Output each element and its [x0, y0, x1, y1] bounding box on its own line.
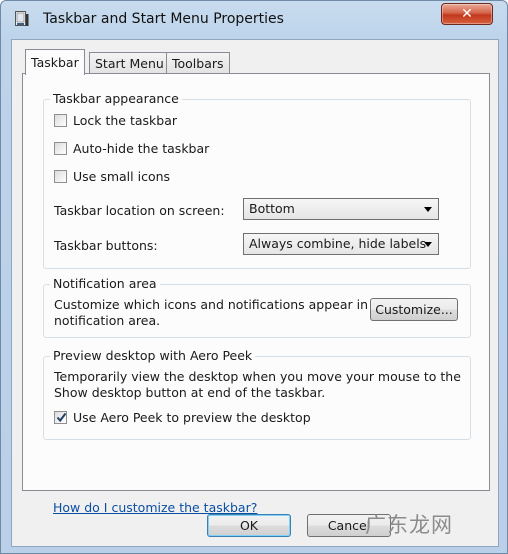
checkbox-label: Use Aero Peek to preview the desktop: [73, 410, 311, 425]
customize-button[interactable]: Customize...: [370, 298, 458, 321]
dropdown-arrow-icon: [424, 207, 432, 212]
taskbar-tab-panel: Taskbar appearance Lock the taskbar Auto…: [22, 73, 490, 515]
notification-area-group: Notification area Customize which icons …: [43, 276, 471, 338]
select-value: Always combine, hide labels: [249, 236, 427, 251]
autohide-taskbar-option[interactable]: Auto-hide the taskbar: [54, 141, 209, 156]
group-legend: Notification area: [50, 276, 160, 291]
tab-label: Taskbar: [31, 55, 79, 70]
taskbar-appearance-group: Taskbar appearance Lock the taskbar Auto…: [43, 91, 471, 269]
notification-description: Customize which icons and notifications …: [54, 297, 393, 329]
group-legend: Taskbar appearance: [50, 91, 182, 106]
taskbar-properties-icon: [15, 11, 29, 26]
aero-peek-description: Temporarily view the desktop when you mo…: [54, 369, 461, 401]
taskbar-location-select[interactable]: Bottom: [243, 198, 439, 220]
group-legend: Preview desktop with Aero Peek: [50, 348, 256, 363]
checkbox-label: Lock the taskbar: [73, 113, 178, 128]
aero-peek-group: Preview desktop with Aero Peek Temporari…: [43, 348, 471, 440]
close-icon: ✕: [461, 6, 473, 22]
watermark-text: 广东龙网: [365, 513, 453, 537]
help-link[interactable]: How do I customize the taskbar?: [53, 500, 257, 515]
tab-taskbar[interactable]: Taskbar: [25, 49, 85, 75]
autohide-taskbar-checkbox[interactable]: [54, 142, 67, 155]
checkbox-label: Auto-hide the taskbar: [73, 141, 210, 156]
lock-taskbar-checkbox[interactable]: [54, 114, 67, 127]
select-value: Bottom: [249, 201, 295, 216]
aero-peek-option[interactable]: Use Aero Peek to preview the desktop: [54, 410, 311, 425]
checkmark-icon: [56, 412, 67, 423]
tab-label: Start Menu: [95, 56, 164, 71]
dialog-window: Taskbar and Start Menu Properties ✕ Task…: [0, 0, 508, 554]
small-icons-checkbox[interactable]: [54, 170, 67, 183]
text-line: Temporarily view the desktop when you mo…: [54, 369, 461, 384]
text-line: Show desktop button at end of the taskba…: [54, 385, 326, 400]
lock-taskbar-option[interactable]: Lock the taskbar: [54, 113, 177, 128]
title-bar[interactable]: Taskbar and Start Menu Properties ✕: [1, 1, 507, 39]
taskbar-buttons-label: Taskbar buttons:: [54, 238, 158, 253]
button-label: OK: [239, 518, 259, 533]
tab-start-menu[interactable]: Start Menu: [89, 52, 170, 74]
window-title: Taskbar and Start Menu Properties: [43, 11, 284, 27]
taskbar-buttons-select[interactable]: Always combine, hide labels: [243, 233, 439, 255]
button-label: Customize...: [375, 302, 453, 317]
text-line: Customize which icons and notifications …: [54, 297, 393, 312]
aero-peek-checkbox[interactable]: [54, 411, 67, 424]
dialog-client-area: Taskbar Start Menu Toolbars Taskbar appe…: [11, 39, 499, 547]
close-button[interactable]: ✕: [441, 3, 493, 25]
tab-label: Toolbars: [172, 56, 224, 71]
dropdown-arrow-icon: [424, 242, 432, 247]
tab-toolbars[interactable]: Toolbars: [166, 52, 230, 74]
button-label: Cancel: [327, 518, 371, 533]
location-label: Taskbar location on screen:: [54, 203, 225, 218]
text-line: notification area.: [54, 313, 161, 328]
checkbox-label: Use small icons: [73, 169, 171, 184]
ok-button[interactable]: OK: [207, 514, 291, 537]
small-icons-option[interactable]: Use small icons: [54, 169, 170, 184]
